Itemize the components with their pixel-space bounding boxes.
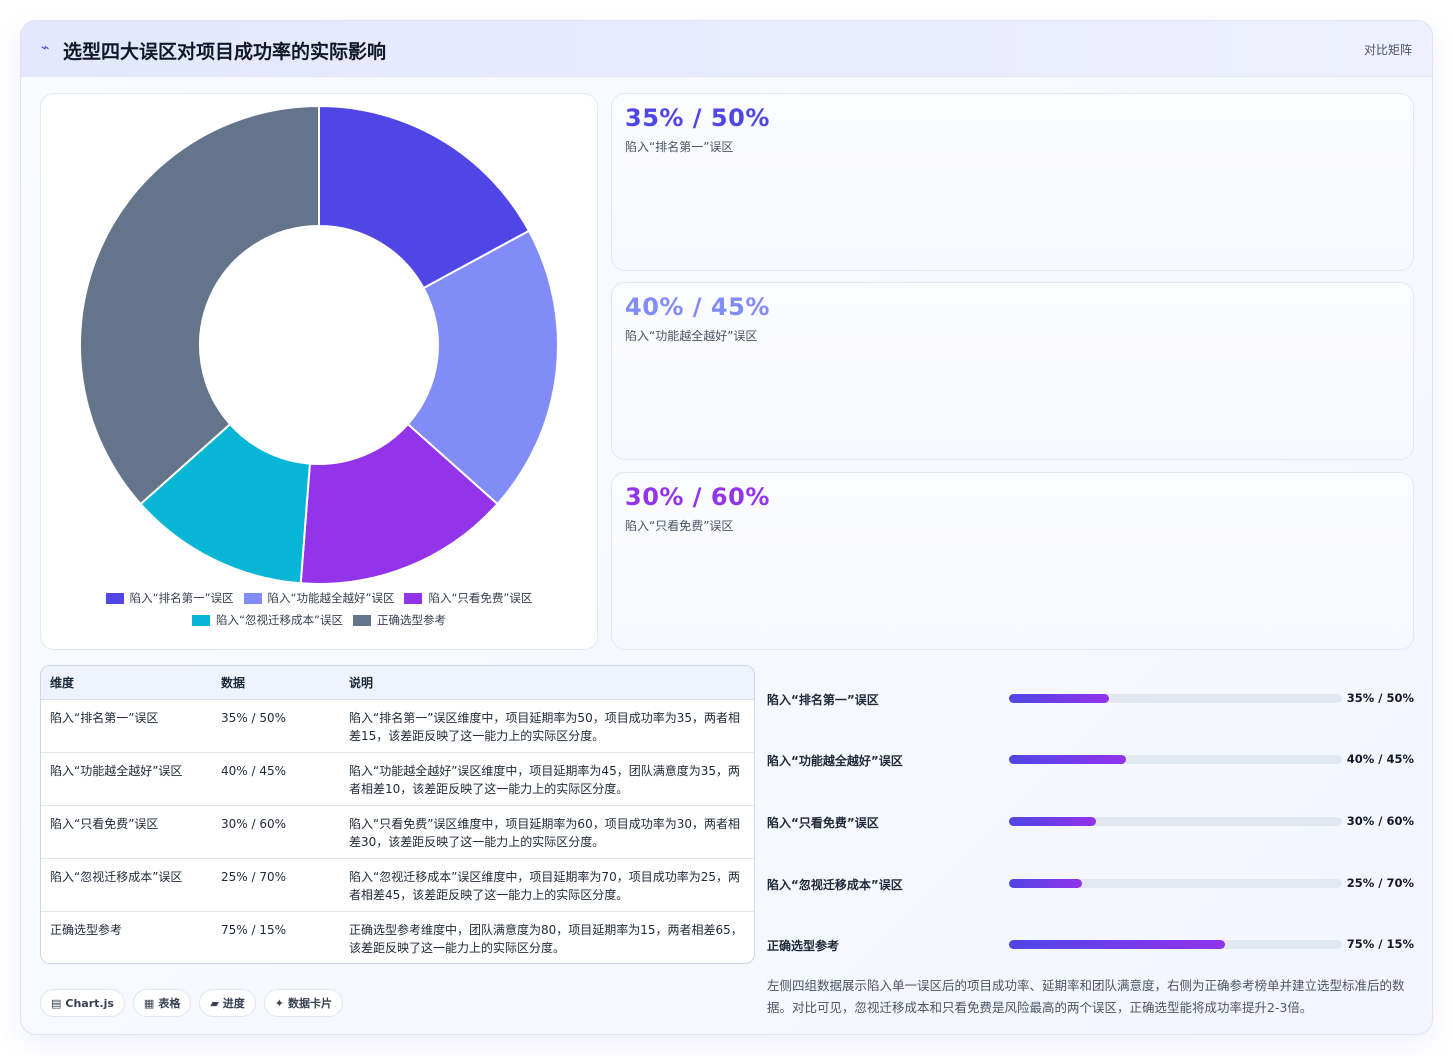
table-icon: ▦ <box>143 996 155 1010</box>
table-row: 陷入“排名第一”误区 35% / 50% 陷入“排名第一”误区维度中，项目延期率… <box>41 699 754 753</box>
legend-label: 陷入“只看免费”误区 <box>428 591 533 605</box>
progress-label: 陷入“只看免费”误区 <box>767 816 879 830</box>
chip-label: 数据卡片 <box>288 997 333 1010</box>
table-header-row: 维度 数据 说明 <box>41 666 754 700</box>
legend-item[interactable]: 陷入“功能越全越好”误区 <box>243 590 395 606</box>
chip-label: 表格 <box>158 997 181 1010</box>
column-header: 说明 <box>340 666 754 700</box>
legend-label: 陷入“功能越全越好”误区 <box>267 591 395 605</box>
progress-value: 35% / 50% <box>1346 691 1414 705</box>
dashboard-card: ⌁ 选型四大误区对项目成功率的实际影响 对比矩阵 陷入“排名第一”误区 陷入“功能… <box>20 20 1433 1035</box>
stat-label: 陷入“功能越全越好”误区 <box>625 329 758 343</box>
progress-label: 正确选型参考 <box>767 939 840 953</box>
legend-item[interactable]: 正确选型参考 <box>352 612 446 628</box>
donut-slice-5[interactable] <box>79 104 320 506</box>
stat-label: 陷入“只看免费”误区 <box>625 519 734 533</box>
progress-row: 陷入“忽视迁移成本”误区 25% / 70% <box>767 874 1414 894</box>
cell-data: 75% / 15% <box>221 922 287 937</box>
stat-card-3: 30% / 60% 陷入“只看免费”误区 <box>611 472 1414 650</box>
legend-item[interactable]: 陷入“忽视迁移成本”误区 <box>192 612 343 628</box>
cell-dimension: 陷入“功能越全越好”误区 <box>41 752 212 806</box>
cell-description: 正确选型参考维度中，团队满意度为80，项目延期率为15，两者相差65，该差距反映… <box>349 922 743 955</box>
legend-swatch <box>192 614 211 626</box>
cell-dimension: 正确选型参考 <box>50 922 123 937</box>
table-row: 陷入“只看免费”误区 30% / 60% 陷入“只看免费”误区维度中，项目延期率… <box>41 805 754 859</box>
table-row: 陷入“忽视迁移成本”误区 25% / 70% 陷入“忽视迁移成本”误区维度中，项… <box>41 858 754 912</box>
mode-label: 对比矩阵 <box>1363 43 1412 57</box>
chip-table[interactable]: ▦ 表格 <box>132 989 192 1017</box>
progress-label: 陷入“功能越全越好”误区 <box>767 754 903 768</box>
progress-track <box>1009 817 1342 826</box>
chip-data-card[interactable]: ✦ 数据卡片 <box>263 989 344 1017</box>
progress-fill <box>1009 940 1226 949</box>
legend-label: 陷入“忽视迁移成本”误区 <box>216 613 343 627</box>
page-title: 选型四大误区对项目成功率的实际影响 <box>63 41 387 63</box>
column-header: 数据 <box>212 666 340 700</box>
stat-value: 35% / 50% <box>625 104 770 132</box>
legend-item[interactable]: 陷入“排名第一”误区 <box>105 590 234 606</box>
cell-data: 40% / 45% <box>212 752 340 806</box>
progress-row: 正确选型参考 75% / 15% <box>767 935 1414 955</box>
progress-fill <box>1009 879 1083 888</box>
progress-fill <box>1009 694 1109 703</box>
chip-label: 进度 <box>222 997 245 1010</box>
progress-fill <box>1009 817 1096 826</box>
card-icon: ✦ <box>274 996 285 1010</box>
progress-track <box>1009 940 1342 949</box>
legend-label: 陷入“排名第一”误区 <box>129 591 234 605</box>
progress-value: 25% / 70% <box>1346 876 1414 890</box>
chart-icon: ▤ <box>51 996 62 1010</box>
card-header: ⌁ 选型四大误区对项目成功率的实际影响 对比矩阵 <box>21 21 1432 77</box>
summary-text: 左侧四组数据展示陷入单一误区后的项目成功率、延期率和团队满意度，右侧为正确参考榜… <box>767 978 1405 1015</box>
chip-chartjs[interactable]: ▤ Chart.js <box>40 989 125 1017</box>
progress-value: 30% / 60% <box>1346 814 1414 828</box>
progress-icon: ▰ <box>210 996 219 1010</box>
progress-track <box>1009 755 1342 764</box>
donut-chart <box>79 104 559 585</box>
tag-chips: ▤ Chart.js ▦ 表格 ▰ 进度 ✦ 数据卡片 <box>40 989 344 1017</box>
table-row: 陷入“功能越全越好”误区 40% / 45% 陷入“功能越全越好”误区维度中，项… <box>41 752 754 806</box>
progress-row: 陷入“排名第一”误区 35% / 50% <box>767 689 1414 709</box>
cell-data: 25% / 70% <box>212 858 340 912</box>
cell-description: 陷入“只看免费”误区维度中，项目延期率为60，项目成功率为30，两者相差30，该… <box>340 805 754 859</box>
stat-card-1: 35% / 50% 陷入“排名第一”误区 <box>611 93 1414 271</box>
progress-track <box>1009 694 1342 703</box>
progress-track <box>1009 879 1342 888</box>
stat-value: 30% / 60% <box>625 483 770 511</box>
chart-legend: 陷入“排名第一”误区 陷入“功能越全越好”误区 陷入“只看免费”误区 陷入“忽视迁移… <box>41 590 597 634</box>
stat-card-2: 40% / 45% 陷入“功能越全越好”误区 <box>611 282 1414 460</box>
column-header: 维度 <box>41 666 212 700</box>
cell-data: 30% / 60% <box>212 805 340 859</box>
legend-swatch <box>243 592 262 604</box>
data-table: 维度 数据 说明 陷入“排名第一”误区 35% / 50% 陷入“排名第一”误区… <box>40 665 755 964</box>
progress-value: 40% / 45% <box>1346 752 1414 766</box>
legend-swatch <box>105 592 124 604</box>
cell-description: 陷入“排名第一”误区维度中，项目延期率为50，项目成功率为35，两者相差15，该… <box>340 699 754 753</box>
pie-chart-panel: 陷入“排名第一”误区 陷入“功能越全越好”误区 陷入“只看免费”误区 陷入“忽视迁移… <box>40 93 598 650</box>
progress-label: 陷入“忽视迁移成本”误区 <box>767 878 903 892</box>
cell-dimension: 陷入“只看免费”误区 <box>41 805 212 859</box>
stat-label: 陷入“排名第一”误区 <box>625 140 734 154</box>
cell-data: 35% / 50% <box>212 699 340 753</box>
legend-label: 正确选型参考 <box>376 613 446 627</box>
legend-swatch <box>404 592 423 604</box>
table-row: 正确选型参考 75% / 15% 正确选型参考维度中，团队满意度为80，项目延期… <box>41 911 754 963</box>
chip-progress[interactable]: ▰ 进度 <box>199 989 256 1017</box>
legend-swatch <box>352 614 371 626</box>
progress-value: 75% / 15% <box>1346 937 1414 951</box>
chip-label: Chart.js <box>65 996 114 1010</box>
stat-value: 40% / 45% <box>625 293 770 321</box>
cell-dimension: 陷入“排名第一”误区 <box>41 699 212 753</box>
legend-item[interactable]: 陷入“只看免费”误区 <box>404 590 532 606</box>
cell-dimension: 陷入“忽视迁移成本”误区 <box>41 858 212 912</box>
progress-label: 陷入“排名第一”误区 <box>767 693 879 707</box>
progress-row: 陷入“功能越全越好”误区 40% / 45% <box>767 750 1414 770</box>
progress-row: 陷入“只看免费”误区 30% / 60% <box>767 812 1414 832</box>
chart-line-icon: ⌁ <box>41 40 50 56</box>
cell-description: 陷入“忽视迁移成本”误区维度中，项目延期率为70，项目成功率为25，两者相差45… <box>340 858 754 912</box>
progress-fill <box>1009 755 1126 764</box>
cell-description: 陷入“功能越全越好”误区维度中，项目延期率为45，团队满意度为35，两者相差10… <box>340 752 754 806</box>
